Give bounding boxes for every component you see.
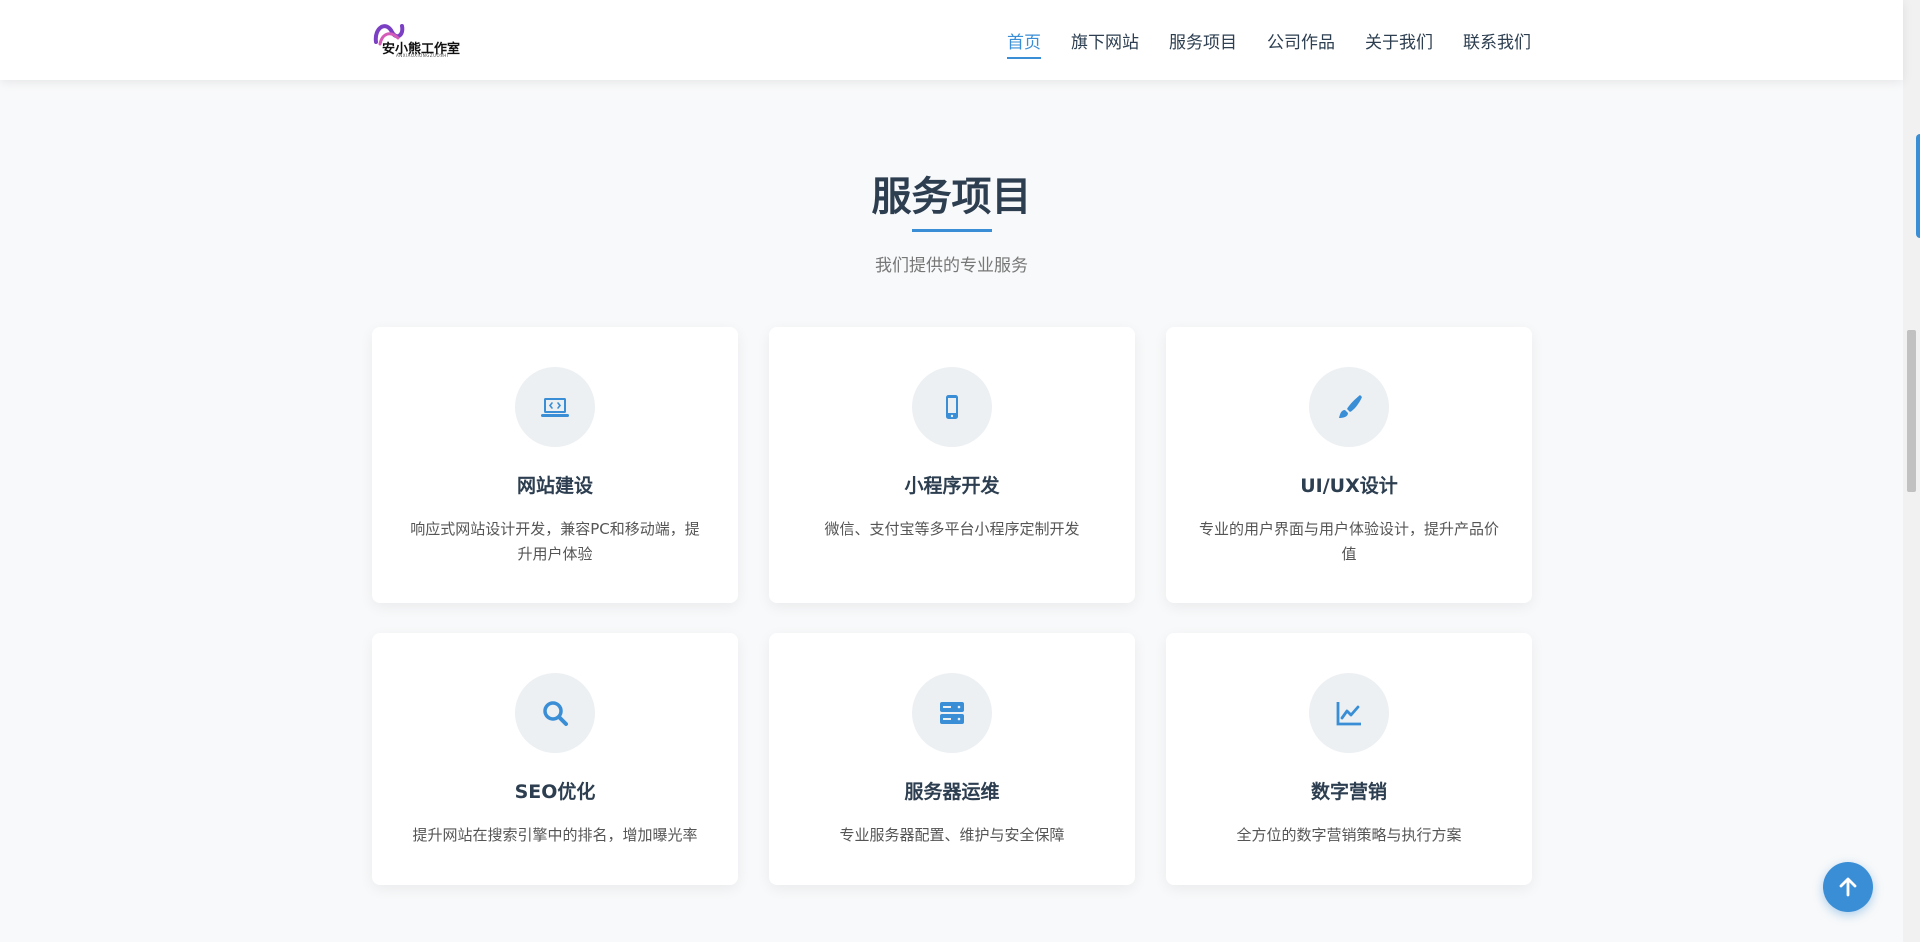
main-nav: 首页 旗下网站 服务项目 公司作品 关于我们 联系我们	[977, 28, 1531, 59]
service-desc: 响应式网站设计开发，兼容PC和移动端，提升用户体验	[410, 520, 700, 563]
nav-works[interactable]: 公司作品	[1267, 28, 1335, 59]
service-desc: 专业的用户界面与用户体验设计，提升产品价值	[1199, 520, 1500, 563]
service-card-seo[interactable]: SEO优化 提升网站在搜索引擎中的排名，增加曝光率	[372, 633, 738, 885]
laptop-code-icon	[515, 367, 595, 447]
arrow-up-icon	[1839, 877, 1857, 897]
services-grid: 网站建设 响应式网站设计开发，兼容PC和移动端，提升用户体验 小程序开发 微信、…	[372, 327, 1532, 885]
paintbrush-icon	[1309, 367, 1389, 447]
service-card-marketing[interactable]: 数字营销 全方位的数字营销策略与执行方案	[1166, 633, 1532, 885]
service-desc: 微信、支付宝等多平台小程序定制开发	[824, 520, 1080, 538]
service-title: 网站建设	[516, 475, 593, 497]
service-card-uiux[interactable]: UI/UX设计 专业的用户界面与用户体验设计，提升产品价值	[1166, 327, 1532, 603]
server-icon	[912, 673, 992, 753]
mobile-icon	[912, 367, 992, 447]
service-card-server[interactable]: 服务器运维 专业服务器配置、维护与安全保障	[769, 633, 1135, 885]
site-header: 安小熊工作室 ANXIAOXIONGZUOSHI 首页 旗下网站 服务项目 公司…	[0, 0, 1903, 80]
service-desc: 提升网站在搜索引擎中的排名，增加曝光率	[412, 826, 698, 844]
logo[interactable]: 安小熊工作室 ANXIAOXIONGZUOSHI	[372, 18, 482, 60]
section-subtitle: 我们提供的专业服务	[875, 256, 1028, 276]
service-title: 服务器运维	[904, 781, 1000, 803]
service-title: SEO优化	[514, 781, 596, 803]
chart-line-icon	[1309, 673, 1389, 753]
nav-sites[interactable]: 旗下网站	[1071, 28, 1139, 59]
service-title: UI/UX设计	[1300, 475, 1398, 497]
service-title: 数字营销	[1310, 781, 1387, 803]
service-card-miniprogram[interactable]: 小程序开发 微信、支付宝等多平台小程序定制开发	[769, 327, 1135, 603]
logo-subtext: ANXIAOXIONGZUOSHI	[396, 53, 449, 58]
service-card-web[interactable]: 网站建设 响应式网站设计开发，兼容PC和移动端，提升用户体验	[372, 327, 738, 603]
side-widget-tab[interactable]	[1916, 134, 1920, 238]
nav-home[interactable]: 首页	[1007, 28, 1041, 59]
title-underline	[912, 229, 992, 232]
search-icon	[515, 673, 595, 753]
nav-services[interactable]: 服务项目	[1169, 28, 1237, 59]
nav-about[interactable]: 关于我们	[1365, 28, 1433, 59]
back-to-top-button[interactable]	[1823, 862, 1873, 912]
section-title: 服务项目	[871, 174, 1032, 220]
service-title: 小程序开发	[904, 475, 1000, 497]
service-desc: 全方位的数字营销策略与执行方案	[1236, 826, 1462, 844]
service-desc: 专业服务器配置、维护与安全保障	[839, 826, 1065, 844]
scrollbar-thumb[interactable]	[1907, 330, 1916, 492]
nav-contact[interactable]: 联系我们	[1463, 28, 1531, 59]
